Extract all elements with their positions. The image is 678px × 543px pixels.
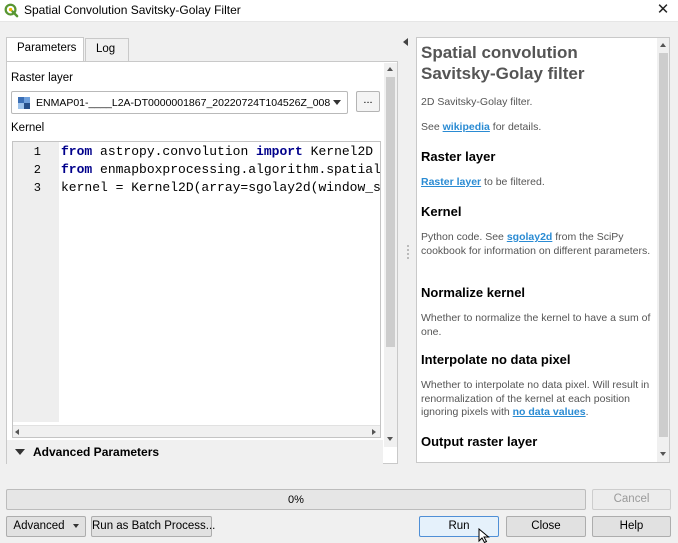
raster-layer-select[interactable]: ENMAP01-____L2A-DT0000001867_20220724T10… [11,91,348,114]
advanced-button-label: Advanced [13,520,65,532]
kernel-label: Kernel [11,122,45,134]
code-keyword: from [61,144,93,159]
help-text: to be filtered. [481,176,545,188]
scroll-down-icon[interactable] [387,437,393,441]
line-number: 2 [33,163,41,177]
scroll-left-icon[interactable] [15,429,19,435]
raster-layer-icon [18,97,30,109]
code-line-1: from astropy.convolution import Kernel2D [61,144,373,159]
help-see-line: See wikipedia for details. [421,121,653,135]
editor-horizontal-scrollbar[interactable] [13,425,380,437]
chevron-down-icon [333,100,341,105]
code-keyword: from [61,162,93,177]
code-keyword: import [256,144,303,159]
mouse-cursor-icon [478,528,490,543]
kernel-help: Python code. See sgolay2d from the SciPy… [421,231,653,258]
interpolate-help: Whether to interpolate no data pixel. Wi… [421,379,653,420]
kernel-heading: Kernel [421,204,462,219]
parameters-panel: Raster layer ENMAP01-____L2A-DT000000186… [6,61,398,464]
scroll-up-icon[interactable] [660,43,666,47]
help-title: Spatial convolution Savitsky-Golay filte… [421,43,585,83]
advanced-parameters-toggle[interactable]: Advanced Parameters [7,440,383,464]
output-raster-heading: Output raster layer [421,434,538,449]
chevron-down-icon [15,449,25,455]
scroll-right-icon[interactable] [372,429,376,435]
raster-layer-link[interactable]: Raster layer [421,176,481,188]
help-text: Python code. See [421,231,507,243]
collapse-help-arrow-icon[interactable] [403,38,408,46]
code-text: Kernel2D [302,144,374,159]
help-text: See [421,121,443,133]
tab-log[interactable]: Log [85,38,129,61]
close-window-icon[interactable]: ✕ [652,0,674,20]
code-text: astropy.convolution [92,144,257,159]
browse-raster-button[interactable]: ... [356,91,380,112]
raster-layer-help: Raster layer to be filtered. [421,176,653,190]
scrollbar-thumb[interactable] [659,53,668,437]
progress-bar: 0% [6,489,586,510]
title-bar: Spatial Convolution Savitsky-Golay Filte… [0,0,678,22]
parameters-vertical-scrollbar[interactable] [384,63,397,447]
line-number-gutter: 1 2 3 [13,142,59,422]
normalize-kernel-heading: Normalize kernel [421,285,526,300]
no-data-values-link[interactable]: no data values [513,406,586,418]
chevron-down-icon [72,523,79,528]
help-vertical-scrollbar[interactable] [657,38,669,462]
code-text: enmapboxprocessing.algorithm.spatialconv [92,162,381,177]
run-as-batch-button[interactable]: Run as Batch Process... [91,516,215,537]
help-button[interactable]: Help [592,516,671,537]
kernel-code-editor[interactable]: 1 2 3 from astropy.convolution import Ke… [12,141,381,438]
progress-label: 0% [288,494,304,506]
cancel-button[interactable]: Cancel [592,489,671,510]
raster-layer-heading: Raster layer [421,149,496,164]
help-panel: Spatial convolution Savitsky-Golay filte… [416,37,670,463]
tab-parameters[interactable]: Parameters [6,37,84,61]
qgis-logo-icon [4,3,19,18]
advanced-dropdown-button[interactable]: Advanced [6,516,86,537]
code-line-2: from enmapboxprocessing.algorithm.spatia… [61,162,381,177]
scroll-down-icon[interactable] [660,452,666,456]
close-button[interactable]: Close [506,516,586,537]
raster-layer-value: ENMAP01-____L2A-DT0000001867_20220724T10… [36,97,331,109]
normalize-kernel-help: Whether to normalize the kernel to have … [421,312,651,338]
advanced-parameters-label: Advanced Parameters [33,445,160,459]
window-title: Spatial Convolution Savitsky-Golay Filte… [24,3,241,17]
splitter-handle[interactable] [407,245,409,259]
interpolate-heading: Interpolate no data pixel [421,352,571,367]
help-description: 2D Savitsky-Golay filter. [421,96,533,108]
help-text: . [585,406,589,418]
help-text: for details. [489,121,542,133]
sgolay2d-link[interactable]: sgolay2d [507,231,553,243]
wikipedia-link[interactable]: wikipedia [443,121,490,133]
line-number: 3 [33,181,41,195]
scrollbar-thumb[interactable] [386,77,395,347]
scroll-up-icon[interactable] [387,67,393,71]
line-number: 1 [33,145,41,159]
code-line-3: kernel = Kernel2D(array=sgolay2d(window_… [61,180,381,195]
raster-layer-label: Raster layer [11,72,73,84]
